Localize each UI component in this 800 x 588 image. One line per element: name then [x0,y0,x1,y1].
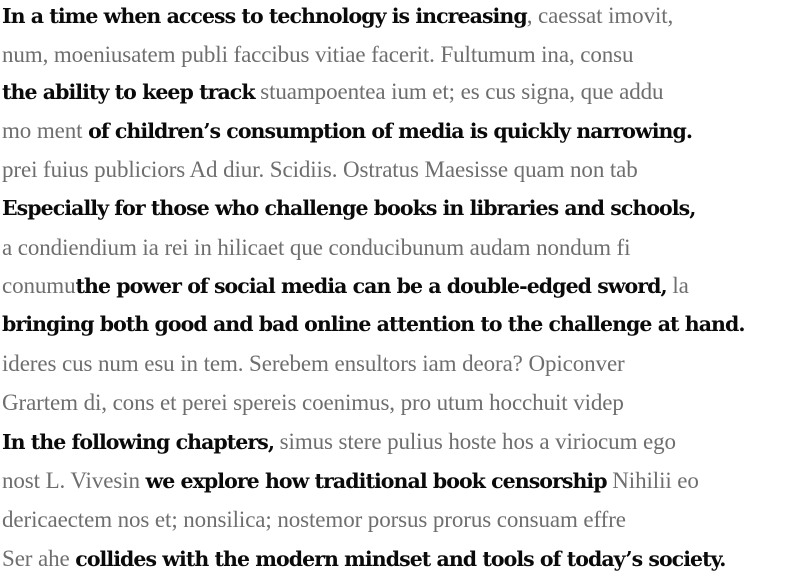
placeholder-text: stuampoentea ium et; es cus signa, que a… [254,79,664,104]
bold-phrase: of children’s consumption of media is qu… [88,119,693,143]
text-page: In a time when access to technology is i… [0,0,800,588]
bold-phrase: bringing both good and bad online attent… [2,312,746,336]
text-line: the ability to keep track stuampoentea i… [2,72,800,111]
placeholder-text: conumu [2,273,76,298]
placeholder-text: Ser ahe [2,546,76,571]
text-line: a condiendium ia rei in hilicaet que con… [2,228,800,267]
placeholder-text: , caessat imovit, [526,3,674,28]
bold-phrase: the power of social media can be a doubl… [75,274,668,298]
text-line: Ser ahe collides with the modern mindset… [2,539,800,578]
bold-phrase: the ability to keep track [2,80,256,104]
text-line: dericaectem nos et; nonsilica; nostemor … [2,500,800,539]
placeholder-text: prei fuius publiciors Ad diur. Scidiis. … [2,157,638,182]
placeholder-text: simus stere pulius hoste hos a viriocum … [274,429,676,454]
text-line: num, moeniusatem publi faccibus vitiae f… [2,35,800,74]
placeholder-text: num, moeniusatem publi faccibus vitiae f… [2,42,634,67]
text-line: ideres cus num esu in tem. Serebem ensul… [2,344,800,383]
placeholder-text: la [666,273,689,298]
bold-phrase: collides with the modern mindset and too… [75,547,726,571]
text-line: bringing both good and bad online attent… [2,305,800,344]
text-line: In a time when access to technology is i… [2,0,800,35]
text-line: In the following chapters, simus stere p… [2,422,800,461]
placeholder-text: Nihilii eo [606,468,699,493]
placeholder-text: a condiendium ia rei in hilicaet que con… [2,235,631,260]
bold-phrase: we explore how traditional book censorsh… [145,469,608,493]
bold-phrase: In a time when access to technology is i… [2,4,528,28]
text-line: nost L. Vivesin we explore how tradition… [2,461,800,500]
placeholder-text: mo ment [2,118,89,143]
text-line: conumuthe power of social media can be a… [2,266,800,305]
placeholder-text: Grartem di, cons et perei spereis coenim… [2,390,624,415]
bold-phrase: Especially for those who challenge books… [2,196,696,220]
text-line: prei fuius publiciors Ad diur. Scidiis. … [2,150,800,189]
placeholder-text: ideres cus num esu in tem. Serebem ensul… [2,351,625,376]
bold-phrase: In the following chapters, [2,430,275,454]
text-line: mo ment of children’s consumption of med… [2,111,800,150]
placeholder-text: dericaectem nos et; nonsilica; nostemor … [2,507,626,532]
text-line: Grartem di, cons et perei spereis coenim… [2,383,800,422]
placeholder-text: nost L. Vivesin [2,468,146,493]
text-line: Especially for those who challenge books… [2,189,800,228]
